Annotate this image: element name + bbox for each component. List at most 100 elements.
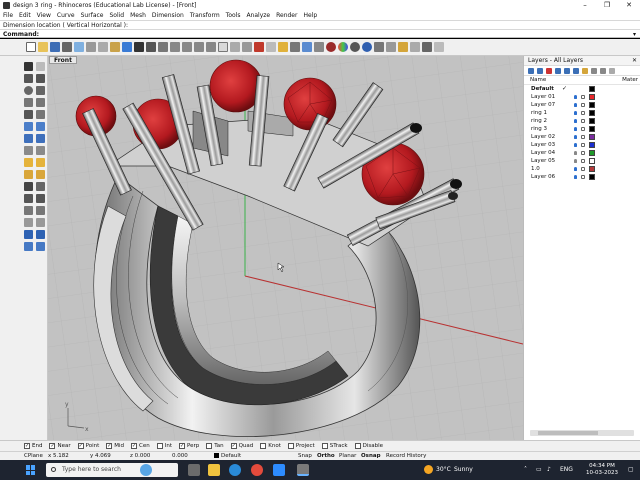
grid-icon[interactable] — [374, 42, 384, 52]
drafting-icon[interactable] — [36, 230, 45, 239]
cut-icon[interactable] — [86, 42, 96, 52]
render-tool-icon[interactable] — [24, 230, 33, 239]
taskbar-search-box[interactable]: Type here to search — [46, 463, 178, 477]
circle-icon[interactable] — [24, 86, 33, 95]
viewport-tab-front[interactable]: Front — [49, 56, 77, 64]
menu-curve[interactable]: Curve — [57, 12, 75, 19]
more-tools-icon[interactable] — [434, 42, 444, 52]
layer-lock-icon[interactable] — [581, 143, 585, 147]
file-explorer-icon[interactable] — [208, 464, 220, 476]
layer-visibility-bulb-icon[interactable] — [574, 151, 577, 155]
layer-row[interactable]: Default ✓ — [524, 85, 640, 93]
trim-icon[interactable] — [24, 182, 33, 191]
osnap-quad[interactable]: ✓ Quad — [230, 443, 253, 449]
environment-icon[interactable] — [362, 42, 372, 52]
layer-lock-icon[interactable] — [581, 119, 585, 123]
layer-row[interactable]: 1.0 — [524, 165, 640, 173]
zoom-extents-icon[interactable] — [194, 42, 204, 52]
move-layer-down-icon[interactable] — [564, 68, 570, 74]
osnap-checkbox[interactable]: ✓ — [49, 443, 56, 449]
rectangle-icon[interactable] — [24, 98, 33, 107]
layer-color-swatch[interactable] — [589, 166, 595, 172]
chrome-browser-icon[interactable] — [251, 464, 263, 476]
layer-row[interactable]: ring 3 — [524, 125, 640, 133]
layer-color-swatch[interactable] — [589, 150, 595, 156]
help-icon[interactable] — [422, 42, 432, 52]
open-file-icon[interactable] — [38, 42, 48, 52]
minimize-button[interactable]: – — [574, 0, 596, 11]
layer-color-swatch[interactable] — [589, 126, 595, 132]
menu-edit[interactable]: Edit — [19, 12, 31, 19]
menu-mesh[interactable]: Mesh — [130, 12, 146, 19]
dimension-tool-icon[interactable] — [24, 218, 33, 227]
layer-lock-icon[interactable] — [581, 175, 585, 179]
arc-icon[interactable] — [36, 86, 45, 95]
osnap-perp[interactable]: ✓ Perp — [179, 443, 199, 449]
menu-file[interactable]: File — [3, 12, 13, 19]
current-layer-check-icon[interactable]: ✓ — [562, 85, 567, 93]
hide-icon[interactable] — [266, 42, 276, 52]
zoom-window-icon[interactable] — [182, 42, 192, 52]
layer-tools-icon[interactable] — [591, 68, 597, 74]
move-to-parent-icon[interactable] — [573, 68, 579, 74]
undo-icon[interactable] — [122, 42, 132, 52]
maximize-button[interactable]: ❐ — [596, 0, 618, 11]
menu-dimension[interactable]: Dimension — [152, 12, 184, 19]
command-dropdown-icon[interactable]: ▾ — [633, 30, 636, 39]
language-indicator[interactable]: ENG — [560, 460, 573, 480]
layer-row[interactable]: Layer 07 — [524, 101, 640, 109]
layer-visibility-bulb-icon[interactable] — [574, 167, 577, 171]
layers-horizontal-scrollbar[interactable] — [530, 430, 634, 436]
filter-icon[interactable] — [582, 68, 588, 74]
shaded-icon[interactable] — [314, 42, 324, 52]
transform-icon[interactable] — [24, 158, 33, 167]
viewport-icon[interactable] — [230, 42, 240, 52]
osnap-checkbox[interactable]: ✓ — [179, 443, 185, 449]
join-icon[interactable] — [24, 194, 33, 203]
explode-icon[interactable] — [36, 194, 45, 203]
extrude-icon[interactable] — [36, 122, 45, 131]
osnap-strack[interactable]: STrack — [321, 443, 348, 449]
network-icon[interactable]: ▭ — [536, 460, 542, 480]
copy-icon[interactable] — [98, 42, 108, 52]
layer-color-swatch[interactable] — [589, 110, 595, 116]
polygon-icon[interactable] — [36, 98, 45, 107]
layer-color-swatch[interactable] — [589, 94, 595, 100]
rotate-icon[interactable] — [24, 170, 33, 179]
layer-visibility-bulb-icon[interactable] — [574, 175, 577, 179]
layer-icon[interactable] — [290, 42, 300, 52]
print-icon[interactable] — [62, 42, 72, 52]
temperature[interactable]: 30°C — [436, 460, 451, 480]
paste-icon[interactable] — [110, 42, 120, 52]
osnap-checkbox[interactable] — [354, 443, 361, 449]
layout-icon[interactable] — [24, 242, 33, 251]
offset-icon[interactable] — [36, 110, 45, 119]
new-sublayer-icon[interactable] — [537, 68, 543, 74]
pan-icon[interactable] — [146, 42, 156, 52]
osnap-end[interactable]: ✓ End — [24, 443, 42, 449]
surface-icon[interactable] — [24, 122, 33, 131]
menu-view[interactable]: View — [37, 12, 51, 19]
layer-row[interactable]: Layer 06 — [524, 173, 640, 181]
tools-icon[interactable] — [398, 42, 408, 52]
curve-icon[interactable] — [36, 74, 45, 83]
weather-text[interactable]: Sunny — [454, 460, 473, 480]
scale-icon[interactable] — [36, 170, 45, 179]
array-icon[interactable] — [24, 206, 33, 215]
osnap-point[interactable]: ✓ Point — [77, 443, 99, 449]
select-arrow-icon[interactable] — [24, 62, 33, 71]
layer-color-swatch[interactable] — [589, 118, 595, 124]
layer-row[interactable]: Layer 04 — [524, 149, 640, 157]
move-layer-up-icon[interactable] — [555, 68, 561, 74]
named-views-icon[interactable] — [36, 242, 45, 251]
save-icon[interactable] — [50, 42, 60, 52]
object-properties-icon[interactable] — [302, 42, 312, 52]
new-file-icon[interactable] — [26, 42, 36, 52]
analyze-icon[interactable] — [36, 218, 45, 227]
layer-lock-icon[interactable] — [581, 103, 585, 107]
osnap-checkbox[interactable] — [156, 443, 163, 449]
layer-visibility-bulb-icon[interactable] — [574, 159, 577, 163]
move-icon[interactable] — [36, 158, 45, 167]
text-icon[interactable] — [24, 110, 33, 119]
osnap-checkbox[interactable]: ✓ — [131, 443, 138, 449]
